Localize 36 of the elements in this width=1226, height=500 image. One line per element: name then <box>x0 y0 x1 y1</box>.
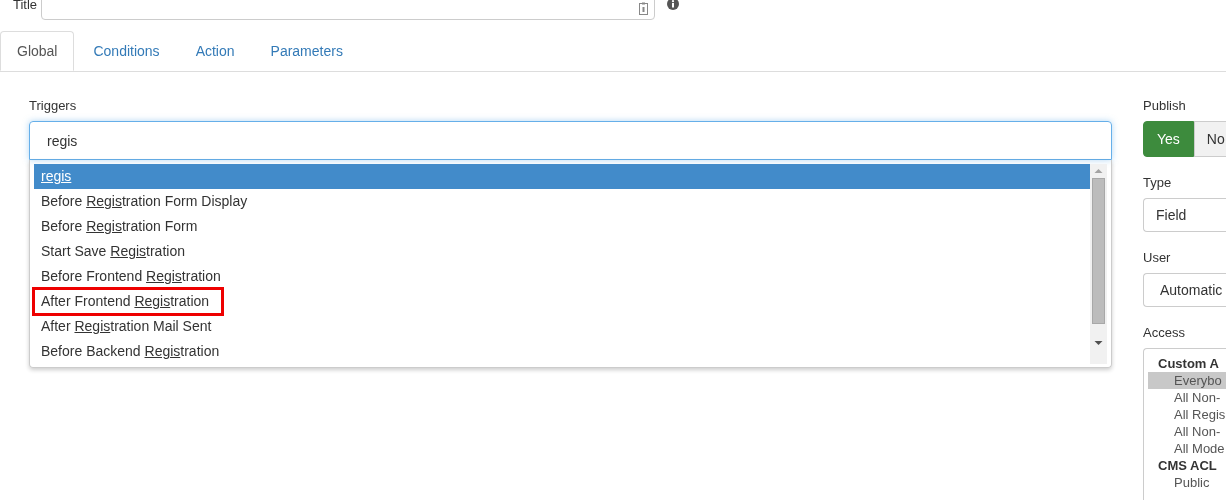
trigger-option[interactable]: After Frontend Registration <box>34 289 223 314</box>
tab[interactable]: Parameters <box>253 31 360 70</box>
access-option[interactable]: All Regis <box>1148 406 1226 423</box>
access-option[interactable]: All Non- <box>1148 389 1226 406</box>
publish-toggle[interactable]: Yes <box>1143 121 1194 157</box>
access-list[interactable]: Custom A Everybo All Non- All Regis All Non- All Mode CMS ACL Public <box>1143 348 1226 500</box>
access-group: CMS ACL <box>1148 457 1226 474</box>
access-option[interactable]: All Non- <box>1148 423 1226 440</box>
scrollbar[interactable] <box>1090 164 1107 364</box>
trigger-option[interactable]: Before Backend Registration <box>34 339 224 364</box>
publish-toggle[interactable]: No <box>1193 121 1226 157</box>
scroll-thumb[interactable] <box>1092 178 1105 324</box>
tab[interactable]: Global <box>0 31 75 71</box>
publish-label: Publish <box>1143 98 1187 114</box>
trigger-option[interactable]: Start Save Registration <box>34 239 189 264</box>
tab[interactable]: Conditions <box>76 31 177 70</box>
title-input[interactable] <box>41 0 656 20</box>
trigger-option[interactable]: Before Registration Form Display <box>34 189 252 214</box>
access-group: Custom A <box>1148 355 1226 372</box>
access-label: Access <box>1143 325 1186 341</box>
title-label: Title <box>13 0 38 13</box>
access-option[interactable]: Public <box>1148 474 1226 491</box>
type-select[interactable]: Field <box>1143 198 1226 232</box>
triggers-label: Triggers <box>29 98 78 114</box>
user-select[interactable]: Automatic <box>1143 273 1226 307</box>
triggers-search-field[interactable]: regis <box>29 121 1112 160</box>
access-option[interactable]: All Mode <box>1148 440 1226 457</box>
tab[interactable]: Action <box>178 31 252 70</box>
user-label: User <box>1143 250 1172 266</box>
trigger-option[interactable]: After Registration Mail Sent <box>34 314 216 339</box>
trigger-option[interactable]: Before Registration Form <box>34 214 202 239</box>
access-option[interactable]: Everybo <box>1148 372 1226 389</box>
clipboard-icon <box>639 2 649 15</box>
trigger-option[interactable]: Before Frontend Registration <box>34 264 225 289</box>
info-icon[interactable] <box>667 0 680 10</box>
type-label: Type <box>1143 175 1173 191</box>
